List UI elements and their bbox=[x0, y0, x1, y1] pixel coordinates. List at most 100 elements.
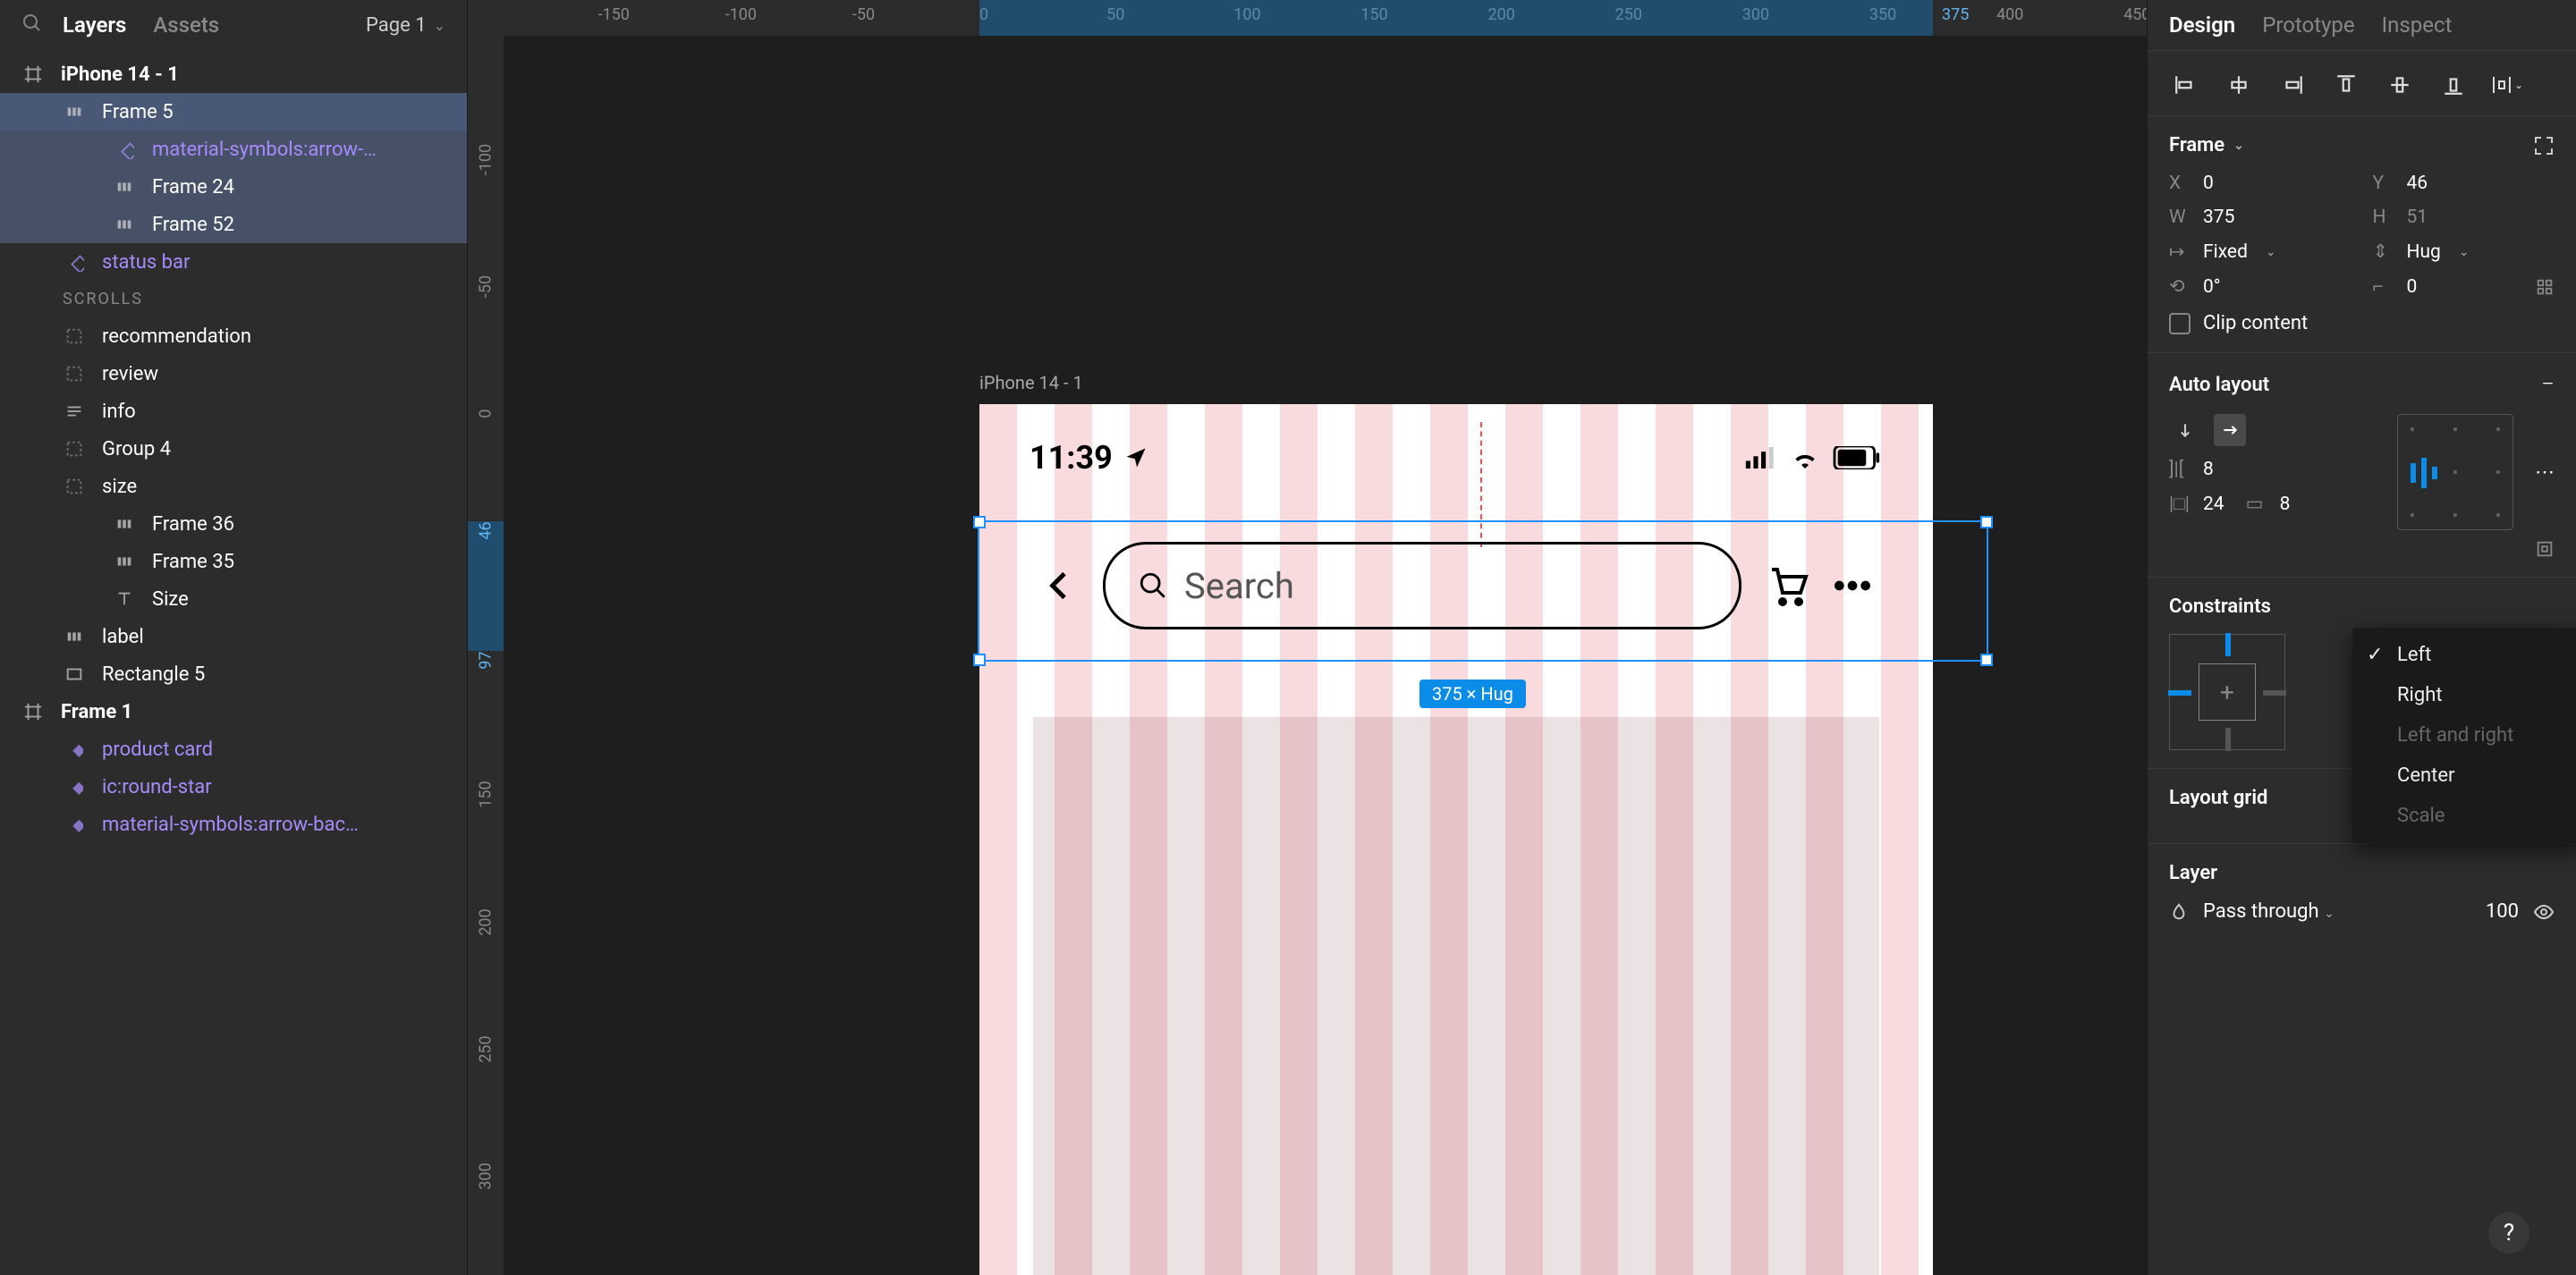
align-right-icon[interactable] bbox=[2276, 69, 2309, 101]
cart-icon[interactable] bbox=[1767, 564, 1809, 607]
layer-row-reco[interactable]: recommendation bbox=[0, 317, 467, 355]
tab-layers[interactable]: Layers bbox=[63, 13, 126, 38]
section-header: SCROLLS bbox=[0, 281, 467, 317]
layers-tree: iPhone 14 - 1 Frame 5 material-symbols:arr… bbox=[0, 50, 467, 1275]
rotation-field[interactable]: ⟲0° bbox=[2169, 275, 2351, 298]
w-field[interactable]: W375 bbox=[2169, 207, 2351, 228]
menu-item-left[interactable]: ✓Left bbox=[2352, 635, 2576, 675]
layer-label: review bbox=[102, 363, 158, 385]
horizontal-resize[interactable]: ↦Fixed⌄ bbox=[2169, 241, 2351, 263]
align-left-icon[interactable] bbox=[2169, 69, 2201, 101]
left-panel: Layers Assets Page 1⌄ iPhone 14 - 1 Frame… bbox=[0, 0, 468, 1275]
resize-to-fit-icon[interactable] bbox=[2533, 135, 2555, 156]
layer-row-arrow[interactable]: material-symbols:arrow-… bbox=[0, 131, 467, 168]
tab-prototype[interactable]: Prototype bbox=[2262, 13, 2354, 38]
layer-row-info[interactable]: info bbox=[0, 393, 467, 430]
direction-horizontal-icon[interactable] bbox=[2214, 414, 2246, 446]
layer-label: material-symbols:arrow-bac… bbox=[102, 814, 359, 836]
layer-label: Frame 36 bbox=[152, 513, 234, 536]
direction-vertical-icon[interactable] bbox=[2169, 414, 2201, 446]
layer-row-pc[interactable]: product card bbox=[0, 730, 467, 768]
back-icon[interactable] bbox=[1042, 559, 1078, 612]
text-lines-icon bbox=[63, 400, 86, 423]
menu-item-center[interactable]: Center bbox=[2352, 756, 2576, 796]
ruler-tick: 200 bbox=[477, 908, 496, 935]
chevron-down-icon[interactable]: ⌄ bbox=[2233, 139, 2244, 153]
layer-label: info bbox=[102, 401, 136, 423]
layer-row-rect5[interactable]: Rectangle 5 bbox=[0, 655, 467, 693]
layer-row-g4[interactable]: Group 4 bbox=[0, 430, 467, 468]
alignment-box[interactable] bbox=[2397, 414, 2513, 530]
vertical-resize[interactable]: ⇕Hug⌄ bbox=[2373, 241, 2555, 263]
layer-row-f35[interactable]: Frame 35 bbox=[0, 543, 467, 580]
align-hcenter-icon[interactable] bbox=[2223, 69, 2255, 101]
help-button[interactable]: ? bbox=[2488, 1212, 2529, 1254]
align-top-icon[interactable] bbox=[2330, 69, 2362, 101]
visibility-icon[interactable] bbox=[2533, 901, 2555, 923]
frame-section: Frame⌄ X0 Y46 W375 H51 ↦Fixed⌄ ⇕Hug⌄ ⟲0°… bbox=[2148, 115, 2576, 352]
layer-row-star[interactable]: ic:round-star bbox=[0, 768, 467, 806]
layer-row-ab2[interactable]: material-symbols:arrow-bac… bbox=[0, 806, 467, 843]
layer-row-frame1[interactable]: Frame 1 bbox=[0, 693, 467, 730]
remove-autolayout-icon[interactable]: − bbox=[2541, 371, 2555, 398]
search-input[interactable]: Search bbox=[1103, 542, 1741, 629]
padding-h-field[interactable]: |□|24 bbox=[2169, 493, 2224, 515]
layer-row-f36[interactable]: Frame 36 bbox=[0, 505, 467, 543]
align-bottom-icon[interactable] bbox=[2437, 69, 2470, 101]
layer-row-frame24[interactable]: Frame 24 bbox=[0, 168, 467, 206]
layer-row-iphone[interactable]: iPhone 14 - 1 bbox=[0, 55, 467, 93]
autolayout-more-icon[interactable]: ⋯ bbox=[2535, 461, 2555, 484]
align-vcenter-icon[interactable] bbox=[2384, 69, 2416, 101]
layer-row-size[interactable]: size bbox=[0, 468, 467, 505]
h-field[interactable]: H51 bbox=[2373, 207, 2555, 228]
ruler-tick: -150 bbox=[598, 5, 630, 24]
layer-row-frame5[interactable]: Frame 5 bbox=[0, 93, 467, 131]
gap-field[interactable]: ]|[8 bbox=[2169, 459, 2376, 480]
x-field[interactable]: X0 bbox=[2169, 173, 2351, 194]
search-icon[interactable] bbox=[21, 13, 47, 38]
y-field[interactable]: Y46 bbox=[2373, 173, 2555, 194]
autolayout-h-icon bbox=[63, 625, 86, 648]
autolayout-h-icon bbox=[63, 100, 86, 123]
constraints-box[interactable]: + bbox=[2169, 634, 2285, 750]
opacity-field[interactable]: 100 bbox=[2486, 900, 2519, 923]
artboard-title[interactable]: iPhone 14 - 1 bbox=[979, 372, 1083, 393]
component-icon bbox=[113, 138, 136, 161]
layer-row-review[interactable]: review bbox=[0, 355, 467, 393]
ruler-tick: 300 bbox=[477, 1162, 496, 1189]
layer-label: Frame 5 bbox=[102, 101, 174, 123]
content-placeholder bbox=[1033, 717, 1879, 1275]
instance-icon bbox=[63, 813, 86, 836]
ruler-tick: -100 bbox=[725, 5, 757, 24]
radius-expand-icon[interactable] bbox=[2535, 277, 2555, 297]
layer-row-frame52[interactable]: Frame 52 bbox=[0, 206, 467, 243]
radius-field[interactable]: ⌐0 bbox=[2373, 275, 2555, 298]
canvas[interactable]: -150-100-5005010015020025030035040045050… bbox=[468, 0, 2147, 1275]
autolayout-h-icon bbox=[113, 213, 136, 236]
layer-label: Frame 1 bbox=[61, 701, 132, 723]
tab-assets[interactable]: Assets bbox=[153, 13, 219, 38]
ruler-vertical: -100-5001502002503003504697 bbox=[468, 36, 504, 1275]
autolayout-section: Auto layout− ]|[8 |□|24 ▭8 bbox=[2148, 352, 2576, 577]
menu-item-right[interactable]: Right bbox=[2352, 675, 2576, 715]
group-icon bbox=[63, 325, 86, 348]
ruler-corner bbox=[468, 0, 504, 36]
artboard[interactable]: 11:39 Search bbox=[979, 404, 1933, 1275]
tab-inspect[interactable]: Inspect bbox=[2382, 13, 2453, 38]
clip-content-checkbox[interactable]: Clip content bbox=[2169, 312, 2555, 334]
distribute-icon[interactable]: ⌄ bbox=[2491, 69, 2523, 101]
status-time: 11:39 bbox=[1030, 439, 1113, 477]
blend-mode-select[interactable]: Pass through ⌄ bbox=[2203, 900, 2334, 923]
layer-label: Rectangle 5 bbox=[102, 663, 205, 686]
padding-expand-icon[interactable] bbox=[2535, 539, 2555, 559]
more-icon[interactable] bbox=[1835, 580, 1870, 591]
padding-v-field[interactable]: ▭8 bbox=[2246, 493, 2291, 515]
menu-item-left-and-right: Left and right bbox=[2352, 715, 2576, 756]
layer-row-sizeT[interactable]: Size bbox=[0, 580, 467, 618]
layer-row-statusbar[interactable]: status bar bbox=[0, 243, 467, 281]
tab-design[interactable]: Design bbox=[2169, 13, 2235, 38]
ruler-tick: 450 bbox=[2123, 5, 2147, 24]
page-selector[interactable]: Page 1⌄ bbox=[366, 14, 445, 37]
layer-row-label[interactable]: label bbox=[0, 618, 467, 655]
ruler-tick: 150 bbox=[477, 781, 496, 808]
